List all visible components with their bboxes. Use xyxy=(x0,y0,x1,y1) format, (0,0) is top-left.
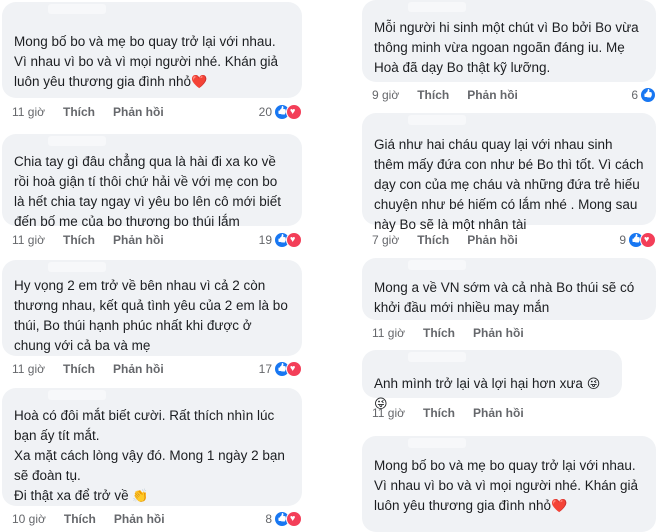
comment: Mong a về VN sớm và cả nhà Bo thúi sẽ có… xyxy=(362,258,656,320)
reaction-count: 17 xyxy=(258,362,272,376)
like-link[interactable]: Thích xyxy=(64,512,96,526)
author-name-redacted xyxy=(48,136,106,146)
clapping-hands-emoji-icon: 👏 xyxy=(132,488,149,503)
comment: Anh mình trở lại và lợi hại hơn xưa 😜😜 xyxy=(362,350,622,411)
comment-actions: 11 giờ Thích Phản hồi 19 xyxy=(2,229,302,251)
comment-text: Mong bố bo và mẹ bo quay trở lại với nha… xyxy=(14,34,279,89)
like-link[interactable]: Thích xyxy=(417,88,449,102)
reaction-summary[interactable]: 19 xyxy=(259,232,302,248)
reply-link[interactable]: Phản hồi xyxy=(113,105,164,119)
comment-bubble: Hoà có đôi mắt biết cười. Rất thích nhìn… xyxy=(2,388,302,506)
comment-actions: 11 giờ Thích Phản hồi 20 xyxy=(2,101,302,123)
reply-link[interactable]: Phản hồi xyxy=(473,326,524,340)
comment-actions: 11 giờ Thích Phản hồi 17 xyxy=(2,358,302,380)
like-link[interactable]: Thích xyxy=(417,233,449,247)
reply-link[interactable]: Phản hồi xyxy=(113,233,164,247)
reaction-summary[interactable]: 20 xyxy=(259,104,302,120)
comment: Mỗi người hi sinh một chút vì Bo bởi Bo … xyxy=(362,0,656,82)
like-link[interactable]: Thích xyxy=(423,326,455,340)
reaction-summary[interactable]: 8 xyxy=(265,511,302,527)
love-reaction-icon xyxy=(640,232,656,248)
comment-actions: 9 giờ Thích Phản hồi 6 xyxy=(362,84,656,106)
author-name-redacted xyxy=(408,352,466,362)
comment-text: Mong a về VN sớm và cả nhà Bo thúi sẽ có… xyxy=(374,280,635,315)
comment: Mong bố bo và mẹ bo quay trở lại với nha… xyxy=(2,2,302,98)
heart-emoji-icon: ❤️ xyxy=(551,498,568,513)
comment-text: Hoà có đôi mắt biết cười. Rất thích nhìn… xyxy=(14,408,285,503)
reaction-count: 9 xyxy=(619,233,626,247)
comment-bubble: Hy vọng 2 em trở về bên nhau vì cả 2 còn… xyxy=(2,260,302,356)
author-name-redacted xyxy=(48,4,106,14)
author-name-redacted xyxy=(408,438,466,448)
reply-link[interactable]: Phản hồi xyxy=(113,362,164,376)
comment-text: Mong bố bo và mẹ bo quay trở lại với nha… xyxy=(374,458,639,513)
author-name-redacted xyxy=(408,115,466,125)
comment: Hy vọng 2 em trở về bên nhau vì cả 2 còn… xyxy=(2,260,302,356)
reaction-count: 20 xyxy=(258,105,272,119)
love-reaction-icon xyxy=(286,232,302,248)
like-reaction-icon xyxy=(640,87,656,103)
author-name-redacted xyxy=(48,262,106,272)
comment-text: Giá như hai cháu quay lại với nhau sinh … xyxy=(374,137,644,232)
love-reaction-icon xyxy=(286,511,302,527)
comment-text: Chia tay gì đâu chẳng qua là hài đi xa k… xyxy=(14,154,282,229)
author-name-redacted xyxy=(48,390,106,400)
comment-actions: 11 giờ Thích Phản hồi xyxy=(362,322,656,344)
comment: Mong bố bo và mẹ bo quay trở lại với nha… xyxy=(362,436,656,532)
author-name-redacted xyxy=(408,260,466,270)
comment-bubble: Mỗi người hi sinh một chút vì Bo bởi Bo … xyxy=(362,0,656,82)
reaction-count: 8 xyxy=(265,512,272,526)
comment-text: Anh mình trở lại và lợi hại hơn xưa xyxy=(374,376,583,391)
love-reaction-icon xyxy=(286,361,302,377)
comment-time: 11 giờ xyxy=(12,105,45,119)
like-link[interactable]: Thích xyxy=(423,406,455,420)
comment-text: Mỗi người hi sinh một chút vì Bo bởi Bo … xyxy=(374,20,639,75)
comment-time: 11 giờ xyxy=(372,326,405,340)
love-reaction-icon xyxy=(286,104,302,120)
column-divider xyxy=(308,0,356,526)
reply-link[interactable]: Phản hồi xyxy=(467,233,518,247)
comment-time: 11 giờ xyxy=(12,233,45,247)
reaction-summary[interactable]: 6 xyxy=(631,87,656,103)
comment-actions: 10 giờ Thích Phản hồi 8 xyxy=(2,508,302,530)
comment-time: 9 giờ xyxy=(372,88,400,102)
comment-bubble: Mong a về VN sớm và cả nhà Bo thúi sẽ có… xyxy=(362,258,656,320)
comment: Chia tay gì đâu chẳng qua là hài đi xa k… xyxy=(2,134,302,229)
reaction-count: 19 xyxy=(258,233,272,247)
author-name-redacted xyxy=(408,2,466,12)
reaction-summary[interactable]: 9 xyxy=(619,232,656,248)
comment-bubble: Chia tay gì đâu chẳng qua là hài đi xa k… xyxy=(2,134,302,229)
comment-time: 11 giờ xyxy=(12,362,45,376)
reply-link[interactable]: Phản hồi xyxy=(467,88,518,102)
comment-time: 10 giờ xyxy=(12,512,46,526)
comment-bubble: Mong bố bo và mẹ bo quay trở lại với nha… xyxy=(362,436,656,532)
reply-link[interactable]: Phản hồi xyxy=(114,512,165,526)
reaction-summary[interactable]: 17 xyxy=(259,361,302,377)
like-link[interactable]: Thích xyxy=(63,362,95,376)
reply-link[interactable]: Phản hồi xyxy=(473,406,524,420)
like-link[interactable]: Thích xyxy=(63,233,95,247)
comment-bubble: Anh mình trở lại và lợi hại hơn xưa 😜😜 xyxy=(362,350,622,411)
comment-actions: 11 giờ Thích Phản hồi xyxy=(362,402,656,424)
reaction-count: 6 xyxy=(631,88,638,102)
like-link[interactable]: Thích xyxy=(63,105,95,119)
comment-bubble: Mong bố bo và mẹ bo quay trở lại với nha… xyxy=(2,2,302,98)
comment-actions: 7 giờ Thích Phản hồi 9 xyxy=(362,229,656,251)
comment-time: 7 giờ xyxy=(372,233,400,247)
comment: Giá như hai cháu quay lại với nhau sinh … xyxy=(362,113,656,232)
comment-bubble: Giá như hai cháu quay lại với nhau sinh … xyxy=(362,113,656,232)
comment: Hoà có đôi mắt biết cười. Rất thích nhìn… xyxy=(2,388,302,506)
comment-time: 11 giờ xyxy=(372,406,405,420)
comment-text: Hy vọng 2 em trở về bên nhau vì cả 2 còn… xyxy=(14,278,288,353)
heart-emoji-icon: ❤️ xyxy=(191,74,208,89)
